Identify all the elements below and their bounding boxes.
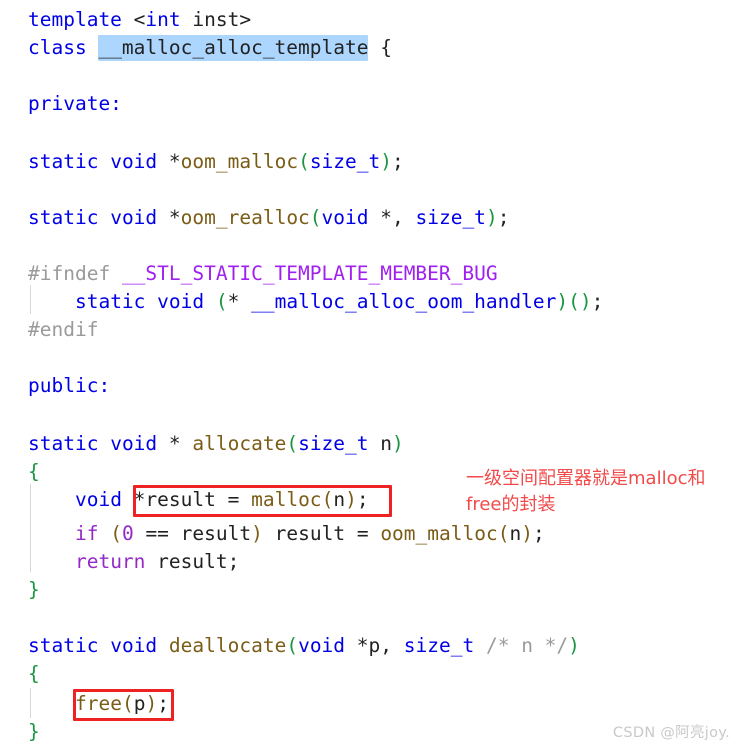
code-line-allocate-open-brace[interactable]: { <box>28 458 40 486</box>
function-oom-realloc: oom_realloc <box>180 206 310 229</box>
code-editor-surface[interactable]: template <int inst> class __malloc_alloc… <box>0 0 742 748</box>
code-line-oom-realloc-decl[interactable]: static void *oom_realloc(void *, size_t)… <box>28 204 509 232</box>
keyword-template: template <box>28 8 122 31</box>
macro-stl-static-template-member-bug: __STL_STATIC_TEMPLATE_MEMBER_BUG <box>121 262 498 285</box>
identifier-result: result <box>180 522 252 545</box>
code-line-oom-handler-decl[interactable]: static void (* __malloc_alloc_oom_handle… <box>28 288 603 316</box>
function-deallocate: deallocate <box>168 634 287 657</box>
keyword-void: void <box>157 290 205 313</box>
function-oom-malloc: oom_malloc <box>380 522 498 545</box>
code-line-class-decl[interactable]: class __malloc_alloc_template { <box>28 34 392 62</box>
code-line-template[interactable]: template <int inst> <box>28 6 251 34</box>
keyword-int: int <box>145 8 181 31</box>
identifier-malloc-alloc-oom-handler: __malloc_alloc_oom_handler <box>251 290 557 313</box>
keyword-if: if <box>74 522 99 545</box>
keyword-public: public: <box>28 374 111 397</box>
annotation-note: 一级空间配置器就是malloc和 free的封装 <box>466 468 706 515</box>
csdn-watermark: CSDN @阿亮joy. <box>612 725 730 741</box>
literal-zero: 0 <box>121 522 134 545</box>
identifier-result: result <box>274 522 346 545</box>
keyword-void: void <box>110 206 158 229</box>
keyword-static: static <box>28 206 99 229</box>
keyword-static: static <box>28 150 99 173</box>
keyword-static: static <box>74 290 146 313</box>
malloc-call-highlight-box <box>133 485 392 517</box>
code-line-return-result[interactable]: return result; <box>28 548 239 576</box>
keyword-static: static <box>28 634 99 657</box>
keyword-return: return <box>74 550 146 573</box>
param-n: n <box>380 432 393 455</box>
code-line-allocate-signature[interactable]: static void * allocate(size_t n) <box>28 430 404 458</box>
preprocessor-endif: #endif <box>28 318 99 341</box>
keyword-void: void <box>110 634 158 657</box>
type-size-t: size_t <box>415 206 486 229</box>
free-call-highlight-box <box>73 689 174 721</box>
code-line-allocate-close-brace[interactable]: } <box>28 576 40 604</box>
keyword-class: class <box>28 36 87 59</box>
highlighted-class-name[interactable]: __malloc_alloc_template <box>98 35 369 61</box>
code-line-endif[interactable]: #endif <box>28 316 98 344</box>
keyword-void: void <box>321 206 369 229</box>
code-line-private[interactable]: private: <box>28 90 122 118</box>
type-size-t: size_t <box>298 432 369 455</box>
identifier-result: result <box>157 550 228 573</box>
param-p: p <box>368 634 381 657</box>
keyword-static: static <box>28 432 99 455</box>
arg-n: n <box>509 522 522 545</box>
code-line-deallocate-open-brace[interactable]: { <box>28 660 40 688</box>
preprocessor-ifndef: #ifndef <box>28 262 111 285</box>
keyword-void: void <box>110 150 158 173</box>
function-allocate: allocate <box>192 432 287 455</box>
type-size-t: size_t <box>309 150 381 173</box>
code-line-public[interactable]: public: <box>28 372 110 400</box>
function-oom-malloc: oom_malloc <box>180 150 299 173</box>
type-size-t: size_t <box>403 634 475 657</box>
brace-open-class: { <box>380 36 392 59</box>
comment-param-n: /* n */ <box>485 634 569 657</box>
code-line-if-oom-malloc[interactable]: if (0 == result) result = oom_malloc(n); <box>28 520 545 548</box>
identifier-inst: inst <box>192 8 240 31</box>
keyword-private: private: <box>28 92 122 115</box>
keyword-void: void <box>298 634 346 657</box>
code-line-deallocate-signature[interactable]: static void deallocate(void *p, size_t /… <box>28 632 580 660</box>
code-line-deallocate-close-brace[interactable]: } <box>28 718 40 746</box>
code-line-ifndef[interactable]: #ifndef __STL_STATIC_TEMPLATE_MEMBER_BUG <box>28 260 498 288</box>
code-line-oom-malloc-decl[interactable]: static void *oom_malloc(size_t); <box>28 148 404 176</box>
keyword-void: void <box>110 432 158 455</box>
keyword-void: void <box>74 488 122 511</box>
